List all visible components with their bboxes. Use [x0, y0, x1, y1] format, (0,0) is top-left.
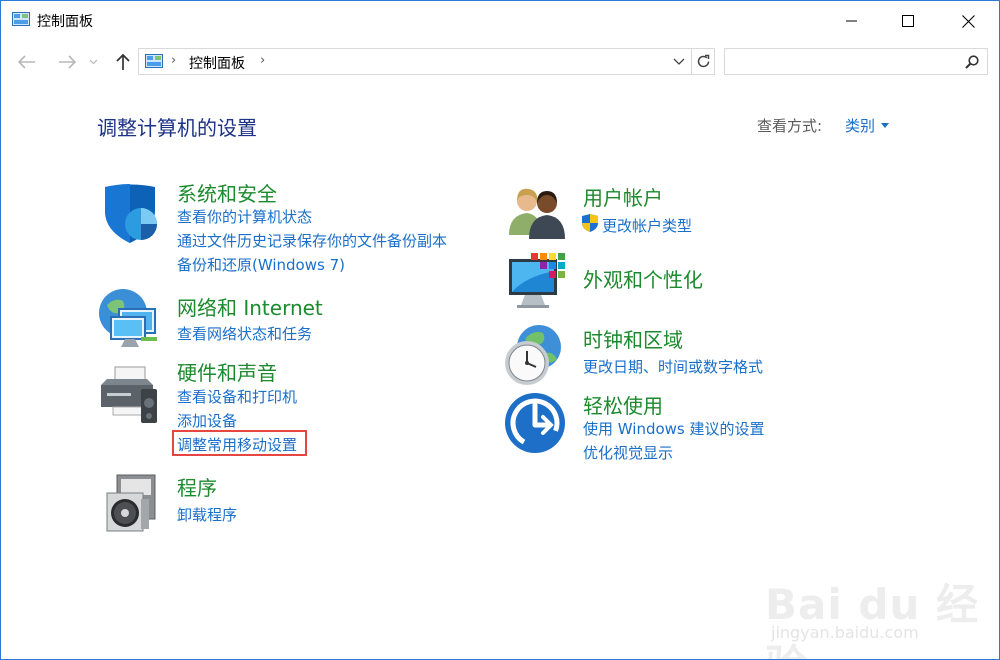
link-optimize-visual-display[interactable]: 优化视觉显示	[583, 442, 673, 463]
close-icon	[961, 14, 975, 28]
users-icon	[509, 188, 565, 239]
minimize-button[interactable]	[822, 1, 882, 41]
link-view-devices-printers[interactable]: 查看设备和打印机	[177, 386, 297, 407]
uac-shield-icon	[582, 214, 598, 232]
category-appearance-title[interactable]: 外观和个性化	[583, 264, 703, 293]
control-panel-location-icon	[145, 54, 163, 68]
category-network-internet-title[interactable]: 网络和 Internet	[177, 292, 323, 321]
title-bar[interactable]: 控制面板	[1, 1, 999, 41]
link-view-network-status[interactable]: 查看网络状态和任务	[177, 323, 312, 344]
printer-icon	[101, 366, 157, 423]
search-icon	[965, 55, 979, 69]
shield-icon	[105, 184, 157, 243]
clock-globe-icon	[505, 325, 561, 385]
baidu-watermark: Bai du 经验 jingyan.baidu.com	[765, 561, 985, 659]
link-change-account-type[interactable]: 更改帐户类型	[602, 215, 692, 236]
programs-disc-icon	[106, 474, 156, 532]
refresh-button[interactable]	[691, 49, 715, 74]
address-dropdown-button[interactable]	[670, 51, 688, 72]
chevron-down-icon	[89, 59, 97, 65]
caret-down-icon	[881, 123, 890, 128]
link-backup-restore[interactable]: 备份和还原(Windows 7)	[177, 254, 345, 275]
back-button[interactable]	[15, 51, 39, 73]
recent-locations-button[interactable]	[85, 51, 101, 73]
view-by-dropdown[interactable]: 类别	[845, 115, 890, 136]
window-title: 控制面板	[37, 14, 93, 30]
chevron-down-icon	[673, 58, 685, 65]
watermark-sub: jingyan.baidu.com	[771, 623, 919, 642]
link-change-date-time-format[interactable]: 更改日期、时间或数字格式	[583, 356, 763, 377]
category-hardware-sound-title[interactable]: 硬件和声音	[177, 357, 277, 386]
control-panel-app-icon	[12, 12, 30, 26]
view-by-label: 查看方式:	[757, 117, 823, 135]
forward-button[interactable]	[55, 51, 79, 73]
control-panel-window: 控制面板 › 控制面板 › 调整计算机的设置 查看方式: 类别 系统和安全 查看…	[0, 0, 1000, 660]
link-add-device[interactable]: 添加设备	[177, 410, 237, 431]
ease-of-access-icon	[505, 393, 565, 453]
search-input[interactable]	[724, 48, 988, 75]
breadcrumb-control-panel[interactable]: 控制面板	[189, 53, 245, 73]
network-globe-icon	[99, 289, 157, 347]
link-file-history-backup[interactable]: 通过文件历史记录保存你的文件备份副本	[177, 230, 447, 251]
close-button[interactable]	[938, 1, 998, 41]
maximize-button[interactable]	[878, 1, 938, 41]
link-uninstall-program[interactable]: 卸载程序	[177, 504, 237, 525]
category-ease-of-access-title[interactable]: 轻松使用	[583, 390, 663, 419]
maximize-icon	[902, 15, 914, 27]
refresh-icon	[697, 54, 710, 68]
view-by-value: 类别	[845, 117, 876, 135]
up-button[interactable]	[111, 51, 135, 73]
address-bar[interactable]: › 控制面板 ›	[138, 48, 715, 75]
category-system-security-title[interactable]: 系统和安全	[177, 178, 277, 207]
breadcrumb-separator-icon[interactable]: ›	[260, 53, 265, 68]
category-clock-region-title[interactable]: 时钟和区域	[583, 324, 683, 353]
arrow-left-icon	[18, 55, 35, 69]
page-title: 调整计算机的设置	[97, 116, 257, 140]
arrow-up-icon	[116, 53, 130, 70]
breadcrumb-separator-icon[interactable]: ›	[171, 53, 176, 68]
category-programs-title[interactable]: 程序	[177, 472, 217, 501]
link-windows-recommended-settings[interactable]: 使用 Windows 建议的设置	[583, 418, 765, 439]
link-view-computer-status[interactable]: 查看你的计算机状态	[177, 206, 312, 227]
watermark-main: Bai du 经验	[765, 580, 979, 659]
minimize-icon	[846, 20, 857, 22]
arrow-right-icon	[59, 55, 76, 69]
category-user-accounts-title[interactable]: 用户帐户	[583, 182, 663, 211]
monitor-colors-icon	[509, 253, 565, 308]
highlight-box	[172, 430, 307, 456]
